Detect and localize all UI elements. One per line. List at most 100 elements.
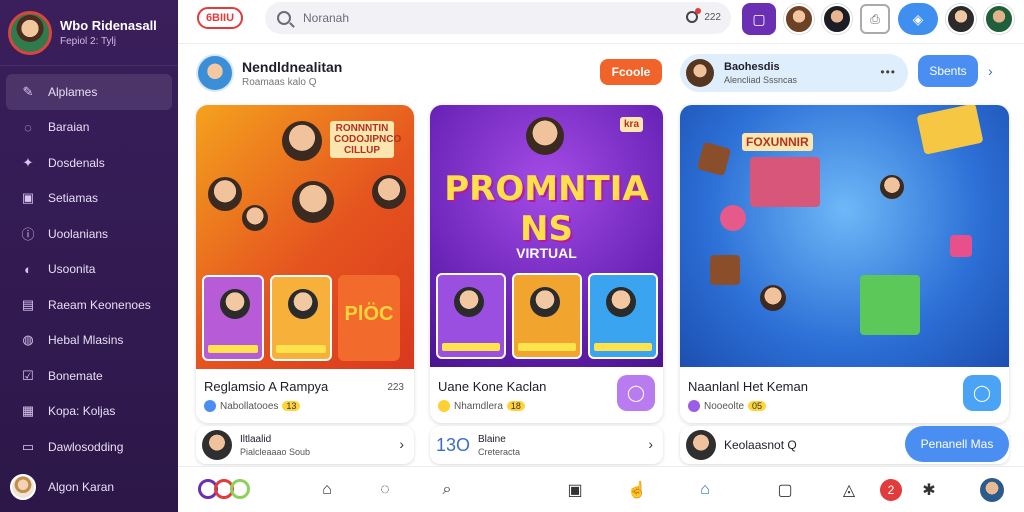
gallery-icon[interactable]: ▣ [564,479,586,501]
chat-icon: ◌ [24,119,32,135]
sidebar-item-5[interactable]: ◐ Usoonita [0,252,178,288]
sidebar-item-7[interactable]: ◍ Hebal Mlasins [0,323,178,359]
thumbnail[interactable] [202,275,264,361]
sidebar-footer-user[interactable]: Algon Karan [10,474,114,500]
chat-icon[interactable]: ◌ [374,479,396,501]
person [282,121,322,161]
profile-avatar[interactable] [8,10,52,55]
thumbnail[interactable] [270,275,332,361]
content-card[interactable]: kra PROMNTIA NS VIRTUAL Uane Kone Kaclan… [430,105,663,423]
search-bar[interactable]: Noranah 222 [265,2,731,34]
home-icon[interactable]: ⌂ [316,479,338,501]
bottom-nav: ⌂ ◌ ⌕ ▣ ☝ ⌂ ▢ ◬ 2 ✱ [178,466,1024,512]
thumbnail[interactable] [512,273,582,359]
home-active-icon[interactable]: ⌂ [694,479,716,501]
follow-button[interactable]: Fcoole [600,59,662,85]
avatar[interactable] [980,478,1004,502]
toggle-icon: ◐ [24,261,32,277]
sidebar-item-2[interactable]: ✦ Dosdenals [0,145,178,181]
like-icon[interactable]: ☝ [626,479,648,501]
channel-avatar[interactable] [196,54,234,92]
content-card[interactable]: RONNNTIN CODOJIPNCO CILLUP PlÖC Reglamsi… [196,105,414,423]
square-icon: ▢ [752,10,766,27]
profile-card-icon[interactable]: ▢ [774,479,796,501]
card-author: Nabollatooes [220,400,279,412]
thumbnail[interactable] [588,273,658,359]
notification-badge[interactable]: 2 [880,479,902,501]
diamond-icon: ◈ [912,10,924,27]
avatar [202,430,232,460]
list-item[interactable]: Iltlaalid Pialcleaaao Soub › [196,426,414,464]
app-logo[interactable] [198,479,250,499]
globe-icon: ◍ [22,332,34,348]
user-card-sub: Alencliad Sssncas [724,75,798,85]
content-card[interactable]: FOXUNNIR Naanlanl Het Keman Nooeolte 05 … [680,105,1009,423]
profile-name: Wbo Ridenasall [60,18,157,33]
app-button[interactable]: ▢ [742,3,776,35]
sidebar-item-9[interactable]: ▦ Kopa: Koljas [0,394,178,430]
calendar-icon: ▦ [21,403,35,419]
sidebar-item-label: Kopa: Koljas [48,404,116,419]
card-thumbnail[interactable]: FOXUNNIR [680,105,1009,367]
avatar[interactable] [822,4,852,34]
top-actions: ▢ ⎙ ◈ [742,3,1014,35]
search-input[interactable]: Noranah [303,11,349,25]
thumbnail[interactable]: PlÖC [338,275,400,361]
sidebar-item-1[interactable]: ◌ Baraian [0,110,178,146]
sidebar-item-0[interactable]: ✎ Alplames [6,74,172,110]
game-block [860,275,920,335]
sidebar-item-3[interactable]: ▣ Setiamas [0,181,178,217]
list-item-subtitle: Pialcleaaao Soub [240,446,311,457]
person [292,181,334,223]
sidebar-item-4[interactable]: ⓘ Uoolanians [0,216,178,252]
notification-indicator[interactable]: 222 [686,8,721,23]
circle-icon: ◯ [973,385,991,402]
notification-count: 222 [704,11,721,23]
card-thumbnail[interactable]: RONNNTIN CODOJIPNCO CILLUP PlÖC [196,105,414,369]
sidebar-item-label: Raeam Keonenoes [48,297,151,312]
document-button[interactable]: ⎙ [860,4,890,34]
user-icon [204,400,216,412]
game-building [750,157,820,207]
search-icon[interactable]: ⌕ [436,479,458,501]
more-icon[interactable]: ••• [880,65,896,79]
thumbnail-tag: PlÖC [344,303,394,325]
sidebar-item-10[interactable]: ▭ Dawlosodding [0,429,178,465]
profile-header[interactable]: Wbo Ridenasall Fepiol 2: Tylj [0,0,178,66]
card-action-button[interactable]: ◯ [963,375,1001,411]
user-icon [688,400,700,412]
card-badge: 05 [748,401,767,411]
channel-subtitle: Roamaas kalo Q [242,76,317,88]
channel-header[interactable]: Nendldnealitan Roamaas kalo Q [196,54,342,92]
card-title[interactable]: Reglamsio A Rampya [204,379,406,394]
list-item[interactable]: Keolaasnot Q Penanell Mas [680,426,1009,464]
user-card[interactable]: Baohesdis Alencliad Sssncas ••• [680,54,908,92]
check-icon: ☑ [22,367,34,383]
sidebar-item-6[interactable]: ▤ Raeam Keonenoes [0,287,178,323]
footer-avatar [10,474,36,500]
messages-button[interactable]: ◈ [898,3,938,35]
game-block [950,235,972,257]
chevron-right-icon[interactable]: › [399,436,404,452]
sidebar-item-8[interactable]: ☑ Bonemate [0,358,178,394]
chevron-right-icon[interactable]: › [648,436,653,452]
card-thumbnail[interactable]: kra PROMNTIA NS VIRTUAL [430,105,663,367]
bell-icon [686,8,702,23]
sidebar-item-label: Uoolanians [48,226,109,241]
avatar[interactable] [784,4,814,34]
game-character [760,285,786,311]
card-title[interactable]: Naanlanl Het Keman [688,379,1001,394]
follow-pill-button[interactable]: Penanell Mas [905,426,1009,462]
chevron-right-icon[interactable]: › [988,63,993,79]
list-item[interactable]: 13O Blaine Creteracta › [430,426,663,464]
share-button[interactable]: Sbents [918,55,978,87]
brand-logo[interactable]: 6BIIU [197,7,243,29]
settings-icon[interactable]: ✱ [918,479,940,501]
bell-icon[interactable]: ◬ [838,479,860,501]
card-action-button[interactable]: ◯ [617,375,655,411]
avatar[interactable] [984,4,1014,34]
sidebar-item-label: Dosdenals [48,155,105,170]
thumbnail[interactable] [436,273,506,359]
card-badge: 18 [506,401,525,411]
avatar[interactable] [946,4,976,34]
